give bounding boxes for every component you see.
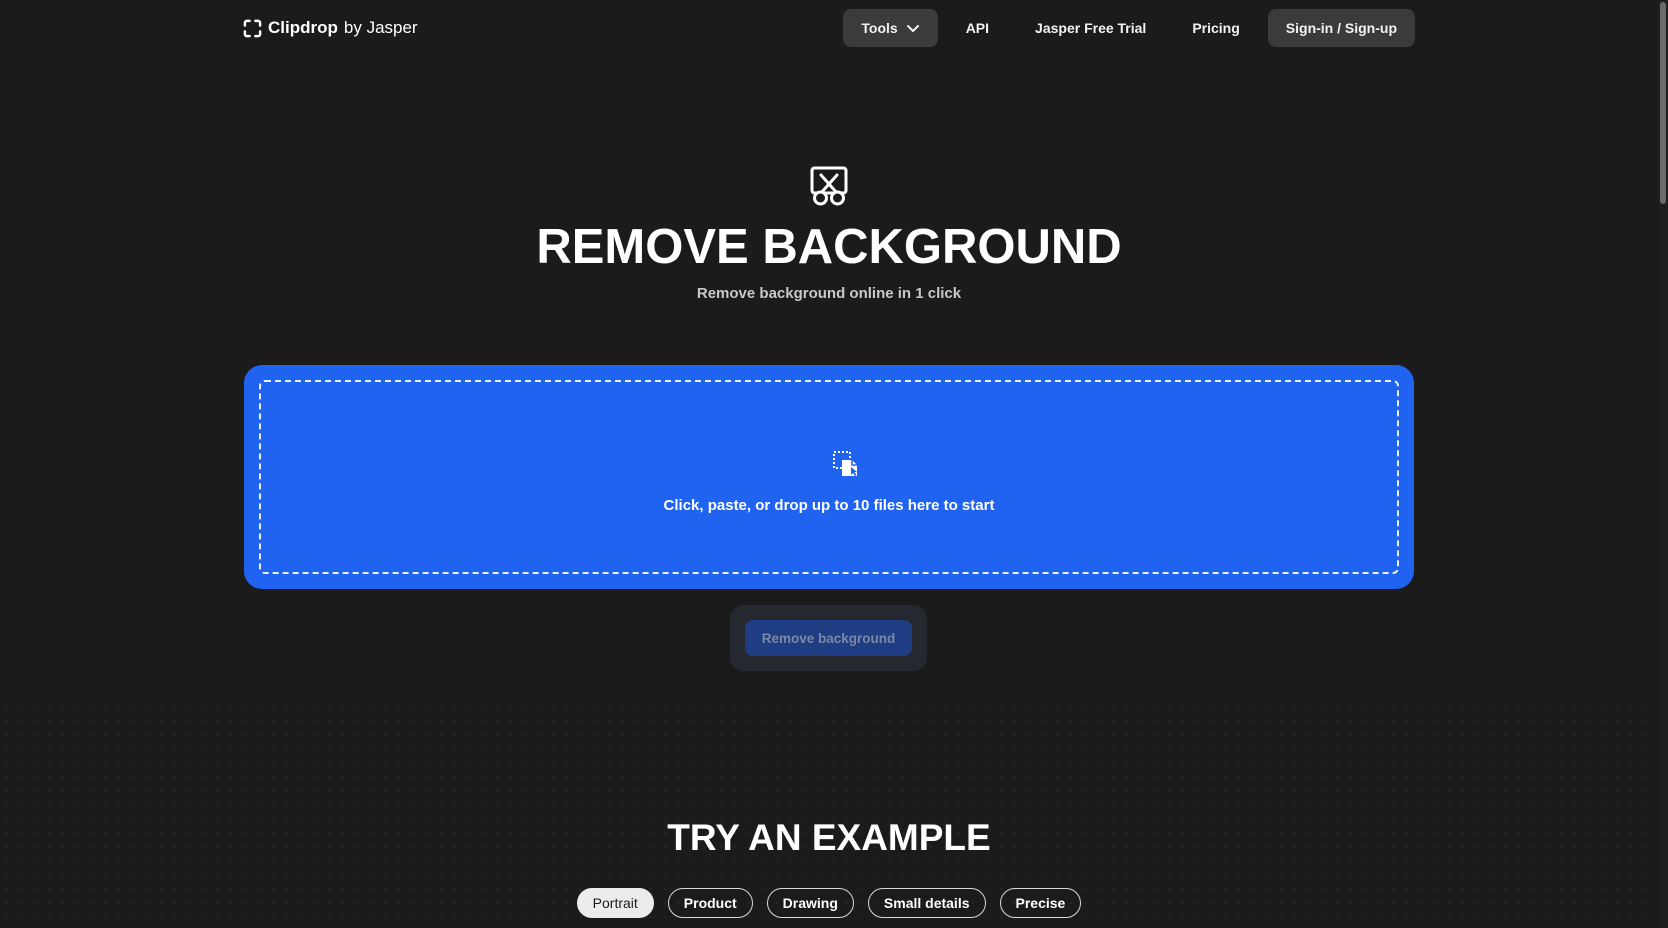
example-chip-precise[interactable]: Precise <box>999 888 1082 918</box>
page-title: REMOVE BACKGROUND <box>536 220 1122 274</box>
page: Clipdrop by Jasper Tools API Jasper Free… <box>0 0 1668 928</box>
action-container: Remove background <box>730 605 927 671</box>
file-dropzone[interactable]: Click, paste, or drop up to 10 files her… <box>244 365 1414 589</box>
chevron-down-icon <box>906 24 920 33</box>
nav-link-api[interactable]: API <box>948 9 1007 47</box>
remove-background-button[interactable]: Remove background <box>745 620 912 656</box>
brand-name: Clipdrop <box>268 18 338 37</box>
dropzone-instructions: Click, paste, or drop up to 10 files her… <box>663 497 995 514</box>
page-scrollbar[interactable] <box>1658 0 1668 928</box>
brand-by-jasper: by Jasper <box>343 18 418 37</box>
example-chip-product[interactable]: Product <box>667 888 753 918</box>
scissors-icon <box>810 166 848 206</box>
page-subtitle: Remove background online in 1 click <box>696 285 962 302</box>
example-chip-drawing[interactable]: Drawing <box>766 888 854 918</box>
scrollbar-thumb[interactable] <box>1660 2 1666 204</box>
sign-in-button[interactable]: Sign-in / Sign-up <box>1267 9 1415 47</box>
nav-link-pricing[interactable]: Pricing <box>1174 9 1257 47</box>
example-chip-portrait[interactable]: Portrait <box>576 888 654 918</box>
brand-logo-link[interactable]: Clipdrop by Jasper <box>243 18 418 38</box>
examples-heading: TRY AN EXAMPLE <box>667 817 991 858</box>
main-nav: Tools API Jasper Free Trial Pricing Sign… <box>843 9 1415 47</box>
example-chip-small-details[interactable]: Small details <box>867 888 986 918</box>
top-header: Clipdrop by Jasper Tools API Jasper Free… <box>243 9 1415 47</box>
file-drop-icon <box>832 450 860 478</box>
tools-menu-button[interactable]: Tools <box>843 9 938 47</box>
clipdrop-logo-icon <box>243 19 262 38</box>
nav-link-jasper-free-trial[interactable]: Jasper Free Trial <box>1017 9 1164 47</box>
example-chips: Portrait Product Drawing Small details P… <box>0 888 1658 918</box>
dropzone-dashed-border: Click, paste, or drop up to 10 files her… <box>259 380 1399 574</box>
tools-label: Tools <box>861 20 898 36</box>
